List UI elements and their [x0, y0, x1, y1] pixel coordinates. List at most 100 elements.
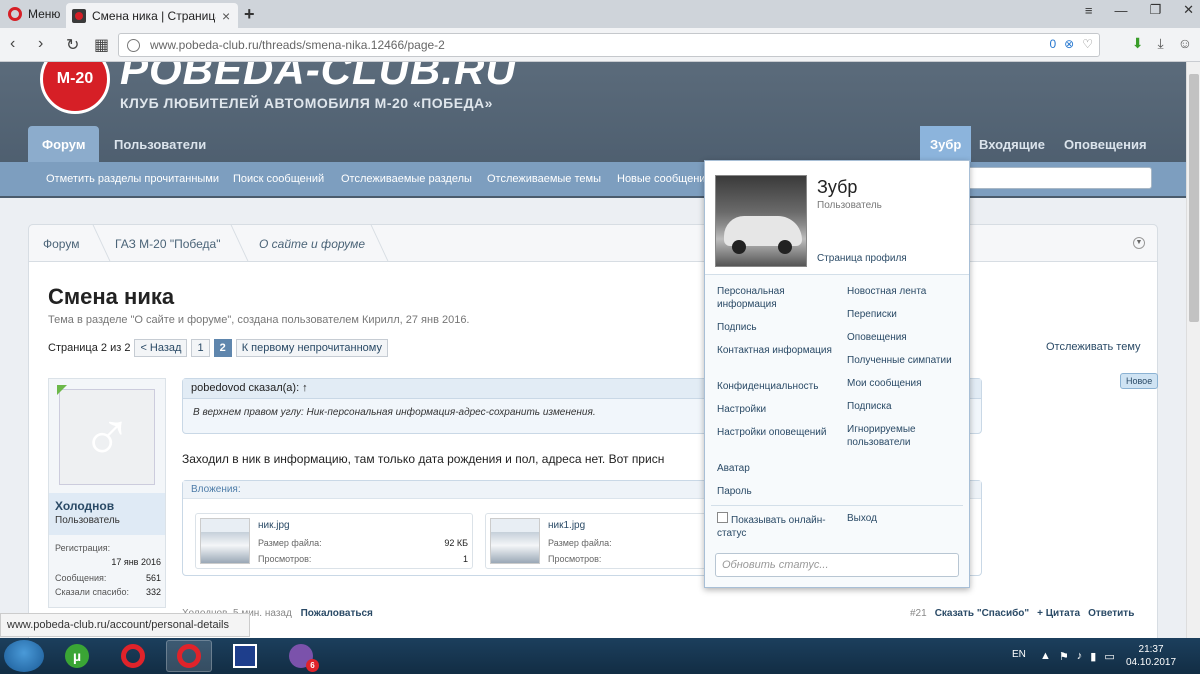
tab-user-zubr[interactable]: Зубр [920, 126, 972, 162]
taskbar-utorrent[interactable]: µ [54, 640, 100, 672]
tab-inbox[interactable]: Входящие [979, 126, 1045, 162]
my-posts-link[interactable]: Мои сообщения [847, 377, 965, 390]
page-scrollbar[interactable] [1186, 62, 1200, 638]
subnav-mark-read[interactable]: Отметить разделы прочитанными [46, 173, 219, 185]
attachment-thumbnail[interactable] [200, 518, 250, 564]
likes-received-link[interactable]: Полученные симпатии [847, 354, 965, 367]
page-title: Смена ника [48, 284, 175, 309]
reload-icon[interactable]: ↻ [66, 35, 79, 55]
author-name[interactable]: Холоднов [55, 499, 159, 513]
back-icon[interactable]: ‹ [10, 35, 15, 53]
avatar-link[interactable]: Аватар [717, 462, 835, 475]
chevron-down-icon[interactable]: ▼ [1133, 237, 1145, 249]
taskbar-opera-1[interactable] [110, 640, 156, 672]
link-hover-status: www.pobeda-club.ru/account/personal-deta… [0, 613, 250, 637]
logout-link[interactable]: Выход [847, 512, 965, 525]
author-name-box: Холоднов Пользователь [49, 493, 165, 535]
attachment-thumbnail[interactable] [490, 518, 540, 564]
volume-icon[interactable]: ♪ [1077, 650, 1083, 663]
breadcrumb-about[interactable]: О сайте и форуме [259, 237, 365, 251]
contact-details-link[interactable]: Контактная информация [717, 344, 835, 357]
conversations-link[interactable]: Переписки [847, 308, 965, 321]
taskbar-clock[interactable]: 21:37 04.10.2017 [1126, 643, 1176, 669]
minimize-icon[interactable]: — [1114, 3, 1127, 18]
url-field-tools: 0 ⊗ ♡ [1049, 37, 1093, 51]
profile-icon[interactable]: ☺ [1178, 35, 1192, 52]
maximize-icon[interactable]: ❐ [1149, 2, 1161, 18]
network-icon[interactable]: ▭ [1104, 650, 1114, 663]
scrollbar-thumb[interactable] [1189, 74, 1199, 322]
adblock-icon[interactable]: ⊗ [1064, 37, 1074, 51]
personal-details-link[interactable]: Персональная информация [717, 285, 835, 311]
flag-icon[interactable]: ⚑ [1059, 650, 1069, 663]
attachment-name[interactable]: ник1.jpg [548, 520, 585, 531]
opera-menu-button[interactable]: Меню [0, 0, 64, 28]
report-link[interactable]: Пожаловаться [301, 608, 373, 619]
profile-page-link[interactable]: Страница профиля [817, 253, 907, 264]
taskbar-floppy-app[interactable] [222, 640, 268, 672]
ignored-users-link[interactable]: Игнорируемые пользователи [847, 423, 965, 449]
close-window-icon[interactable]: ✕ [1183, 2, 1194, 18]
status-update-input[interactable]: Обновить статус... [715, 553, 959, 577]
reply-button[interactable]: Ответить [1088, 608, 1134, 619]
close-tab-icon[interactable]: × [222, 8, 230, 24]
subnav-search-posts[interactable]: Поиск сообщений [233, 173, 324, 185]
preferences-link[interactable]: Настройки [717, 403, 835, 416]
tab-forum[interactable]: Форум [28, 126, 100, 162]
tab-users[interactable]: Пользователи [100, 126, 220, 162]
news-feed-link[interactable]: Новостная лента [847, 285, 965, 298]
breadcrumb-divider [370, 225, 389, 261]
breadcrumb-gaz[interactable]: ГАЗ М-20 "Победа" [115, 237, 220, 251]
site-title[interactable]: POBEDA-CLUB.RU [120, 62, 517, 94]
windows-start-icon[interactable] [4, 640, 44, 672]
quote-button[interactable]: + Цитата [1037, 608, 1080, 619]
page-2-button[interactable]: 2 [213, 339, 232, 357]
heart-icon[interactable]: ♡ [1082, 37, 1093, 51]
tab-menu-icon[interactable]: ≡ [1085, 3, 1093, 18]
new-tab-icon[interactable]: + [244, 4, 255, 25]
page-1-button[interactable]: 1 [191, 339, 210, 357]
breadcrumb-forum[interactable]: Форум [43, 237, 79, 251]
stat-value: 332 [145, 587, 161, 597]
dropdown-username[interactable]: Зубр [817, 177, 857, 198]
taskbar-viber[interactable]: 6 [278, 640, 324, 672]
post-number[interactable]: #21 [910, 608, 927, 619]
downloads-icon[interactable]: ⤓ [1158, 35, 1164, 52]
author-title: Пользователь [55, 515, 120, 526]
subnav-watched-threads[interactable]: Отслеживаемые темы [487, 173, 601, 185]
system-tray: ▲ ⚑ ♪ ▮ ▭ [1040, 650, 1115, 663]
privacy-link[interactable]: Конфиденциальность [717, 380, 835, 393]
car-wheel-shape [732, 240, 746, 254]
avatar[interactable]: ♂ [59, 389, 155, 485]
tray-expand-icon[interactable]: ▲ [1040, 650, 1051, 663]
user-avatar-photo[interactable] [715, 175, 807, 267]
extension-download-icon[interactable]: ⬇ [1132, 35, 1144, 52]
attachment-name[interactable]: ник.jpg [258, 520, 290, 531]
tab-alerts[interactable]: Оповещения [1064, 126, 1147, 162]
password-link[interactable]: Пароль [717, 485, 835, 498]
prev-page-button[interactable]: < Назад [134, 339, 188, 357]
subscription-link[interactable]: Подписка [847, 400, 965, 413]
subnav-new-posts[interactable]: Новые сообщения [617, 173, 711, 185]
post-body: Заходил в ник в информацию, там только д… [182, 452, 665, 466]
forward-icon[interactable]: › [38, 35, 43, 53]
user-account-dropdown: Зубр Пользователь Страница профиля Персо… [704, 160, 970, 588]
signal-icon[interactable]: ▮ [1090, 650, 1096, 663]
browser-tab[interactable]: Смена ника | Страница 2 × [66, 3, 238, 28]
window-controls: ≡ — ❐ ✕ [1085, 2, 1194, 18]
signature-link[interactable]: Подпись [717, 321, 835, 334]
keyboard-language[interactable]: EN [1012, 649, 1026, 660]
show-online-label[interactable]: Показывать онлайн-статус [717, 514, 835, 540]
first-unread-button[interactable]: К первому непрочитанному [235, 339, 388, 357]
alert-preferences-link[interactable]: Настройки оповещений [717, 426, 835, 439]
watch-thread-link[interactable]: Отслеживать тему [1046, 341, 1141, 353]
thanks-button[interactable]: Сказать "Спасибо" [935, 608, 1029, 619]
taskbar-opera-2[interactable] [166, 640, 212, 672]
attachment-card[interactable]: ник.jpg Размер файла: 92 КБ Просмотров: … [195, 513, 473, 569]
speed-dial-icon[interactable]: ▦ [94, 35, 109, 55]
adblock-count[interactable]: 0 [1049, 37, 1056, 51]
url-field[interactable]: www.pobeda-club.ru/threads/smena-nika.12… [118, 33, 1100, 57]
alerts-link[interactable]: Оповещения [847, 331, 965, 344]
subnav-watched-forums[interactable]: Отслеживаемые разделы [341, 173, 472, 185]
browser-tools: ⬇ ⤓ ☺ [1132, 35, 1192, 52]
